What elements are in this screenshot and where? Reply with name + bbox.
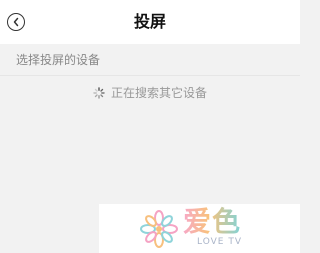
page-title: 投屏 xyxy=(133,12,166,31)
header-bar: 投屏 xyxy=(0,0,300,44)
searching-status: 正在搜索其它设备 xyxy=(0,85,300,101)
device-section-label: 选择投屏的设备 xyxy=(16,53,101,67)
searching-text: 正在搜索其它设备 xyxy=(110,86,207,100)
watermark-logo: 爱色 LOVE TV xyxy=(99,204,300,253)
flower-logo-icon xyxy=(140,210,178,248)
logo-wordmark: 爱色 xyxy=(183,205,242,238)
loading-spinner-icon xyxy=(93,87,105,99)
divider xyxy=(0,75,300,76)
logo-subtitle: LOVE TV xyxy=(197,237,242,247)
